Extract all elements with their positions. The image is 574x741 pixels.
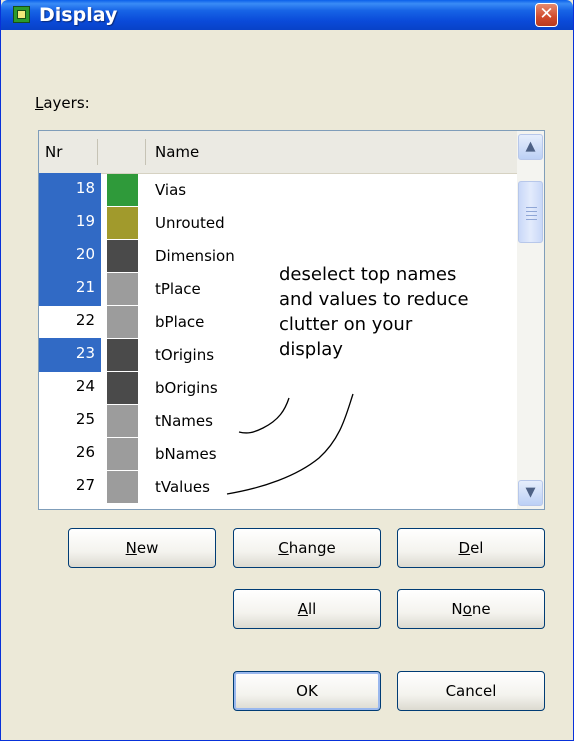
arrow-to-tnames xyxy=(238,397,290,434)
cancel-button[interactable]: Cancel xyxy=(397,671,545,711)
all-button[interactable]: All xyxy=(233,589,381,629)
del-button[interactable]: Del xyxy=(397,528,545,568)
change-button[interactable]: Change xyxy=(233,528,381,568)
annotation-arrows xyxy=(226,393,354,495)
new-button[interactable]: New xyxy=(68,528,216,568)
display-dialog: Display ✕ Layers: Nr Name 18 Vias 19 Unrout… xyxy=(0,0,574,741)
arrow-to-tvalues xyxy=(226,393,354,495)
none-button[interactable]: None xyxy=(397,589,545,629)
ok-button[interactable]: OK xyxy=(233,671,381,711)
